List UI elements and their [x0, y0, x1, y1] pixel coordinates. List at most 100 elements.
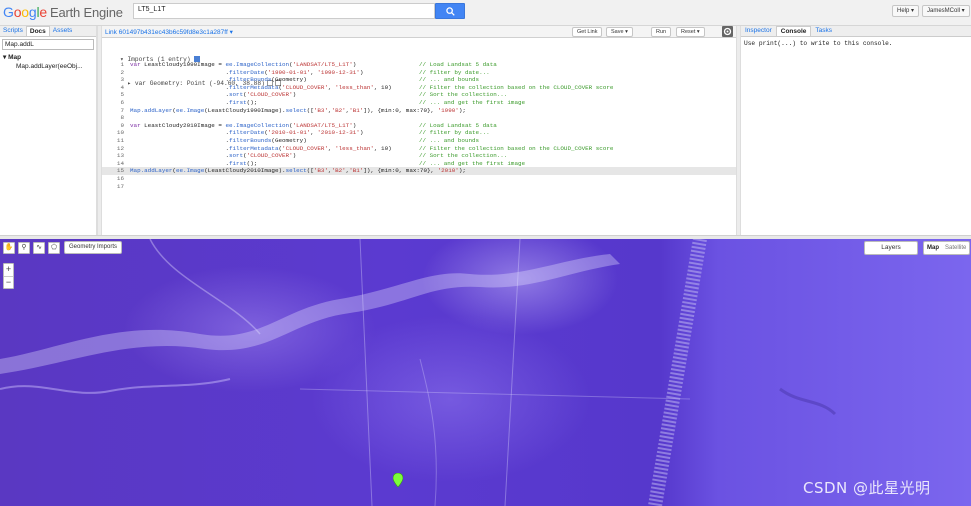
tab-console[interactable]: Console [775, 26, 812, 36]
marker-tool-icon[interactable]: ⚲ [18, 242, 30, 254]
code-comment: // Filter the collection based on the CL… [419, 144, 614, 152]
line-number: 4 [120, 83, 124, 91]
search-button[interactable] [435, 3, 465, 19]
polygon-tool-icon[interactable]: ⬠ [48, 242, 60, 254]
watermark-text: CSDN @此星光明 [803, 479, 931, 497]
code-comment: // ... and get the first image [419, 98, 526, 106]
logo-letter: o [21, 4, 29, 20]
code-line[interactable]: 2 .filterDate('1990-01-01', '1990-12-31'… [102, 69, 736, 77]
run-button[interactable]: Run [651, 27, 672, 37]
code-comment: // Load Landsat 5 data [419, 61, 497, 68]
satellite-imagery [0, 239, 837, 506]
user-account-button[interactable]: JamesMColl ▾ [922, 5, 970, 17]
save-button[interactable]: Save ▾ [606, 27, 633, 37]
docs-filter-input[interactable]: Map.addL [2, 39, 94, 50]
top-bar: Google Earth Engine LT5_L1T Help ▾ JamesM… [0, 0, 971, 26]
code-comment: // Load Landsat 5 data [419, 121, 497, 129]
line-number: 9 [120, 121, 124, 129]
left-panel-tabs: Scripts Docs Assets [0, 26, 96, 37]
code-comment: // Sort the collection... [419, 152, 508, 160]
tab-scripts[interactable]: Scripts [0, 26, 26, 36]
tab-docs[interactable]: Docs [25, 26, 50, 36]
code-line[interactable]: 15 Map.addLayer(ee.Image(LeastCloudy2010I… [102, 167, 736, 175]
code-text: .filterBounds(Geometry) [130, 76, 307, 84]
zoom-in-button[interactable]: + [4, 264, 13, 276]
map-type-control: Map Satellite [923, 241, 971, 255]
line-number: 12 [116, 144, 124, 152]
search-icon [446, 7, 455, 16]
map-view[interactable]: ✋ ⚲ ∿ ⬠ Geometry Imports + − Layers Map … [0, 239, 971, 506]
code-comment: // ... and get the first image [419, 159, 526, 167]
tab-tasks[interactable]: Tasks [811, 26, 836, 36]
code-text: var LeastCloudy1990Image = ee.ImageColle… [130, 61, 357, 68]
code-comment: // filter by date... [419, 129, 490, 137]
line-tool-icon[interactable]: ∿ [33, 242, 45, 254]
line-number: 16 [116, 174, 124, 182]
code-comment: // ... and bounds [419, 136, 480, 144]
line-number: 15 [116, 167, 124, 175]
map-type-map[interactable]: Map [924, 242, 942, 254]
logo-product-name: Earth Engine [50, 5, 123, 20]
code-line[interactable]: 4 .filterMetadata('CLOUD_COVER', 'less_t… [102, 84, 736, 92]
code-line[interactable]: 17 [102, 183, 736, 191]
right-panel-tabs: Inspector Console Tasks [741, 26, 971, 37]
code-text: var LeastCloudy2010Image = ee.ImageColle… [130, 121, 357, 129]
editor-toolbar: Link 601497b431ec43b6c59fd8e3c1a287ff ▾ … [102, 26, 736, 38]
code-line[interactable]: 9 var LeastCloudy2010Image = ee.ImageColl… [102, 122, 736, 130]
code-line[interactable]: 1 var LeastCloudy1990Image = ee.ImageColl… [102, 61, 736, 69]
right-panel: Inspector Console Tasks Use print(...) t… [740, 26, 971, 235]
line-number: 6 [120, 98, 124, 106]
line-number: 10 [116, 129, 124, 137]
console-message: Use print(...) to write to this console. [744, 40, 893, 47]
search-input[interactable]: LT5_L1T [133, 3, 435, 19]
code-text: Map.addLayer(ee.Image(LeastCloudy1990Ima… [130, 106, 466, 114]
tab-inspector[interactable]: Inspector [741, 26, 776, 36]
logo-letter: G [3, 4, 14, 20]
code-line[interactable]: 7 Map.addLayer(ee.Image(LeastCloudy1990Im… [102, 107, 736, 115]
map-type-satellite[interactable]: Satellite [942, 242, 969, 254]
gear-icon[interactable] [722, 26, 733, 37]
code-comment: // filter by date... [419, 68, 490, 76]
code-comment: // Sort the collection... [419, 91, 508, 99]
pan-hand-icon[interactable]: ✋ [3, 242, 15, 254]
tab-assets[interactable]: Assets [50, 26, 76, 36]
get-link-button[interactable]: Get Link [572, 27, 603, 37]
code-line[interactable]: 13 .sort('CLOUD_COVER') // Sort the colle… [102, 152, 736, 160]
code-text: .first(); [130, 159, 258, 167]
code-text: .first(); [130, 98, 258, 106]
code-line[interactable]: 8 [102, 114, 736, 122]
line-number: 11 [116, 136, 124, 144]
layers-button[interactable]: Layers [864, 241, 918, 255]
code-text: .filterMetadata('CLOUD_COVER', 'less_tha… [130, 144, 392, 152]
geometry-imports-button[interactable]: Geometry Imports [64, 241, 123, 254]
help-button[interactable]: Help ▾ [892, 5, 920, 17]
code-text: .filterMetadata('CLOUD_COVER', 'less_tha… [130, 83, 392, 91]
line-number: 1 [120, 61, 124, 68]
line-number: 7 [120, 106, 124, 114]
code-comment: // Filter the collection based on the CL… [419, 83, 614, 91]
code-text: .sort('CLOUD_COVER') [130, 152, 297, 160]
code-line[interactable]: 5 .sort('CLOUD_COVER') // Sort the collec… [102, 91, 736, 99]
geometry-point-marker-icon[interactable] [393, 473, 403, 487]
code-text: .filterDate('1990-01-01', '1990-12-31') [130, 68, 364, 76]
zoom-out-button[interactable]: − [4, 276, 13, 288]
google-earth-engine-logo[interactable]: Google Earth Engine [3, 4, 123, 20]
docs-tree-map-addlayer[interactable]: Map.addLayer(eeObj... [0, 62, 96, 71]
code-line[interactable]: 11 .filterBounds(Geometry) // ... and bou… [102, 137, 736, 145]
left-panel: Scripts Docs Assets Map.addL ▾ Map Map.a… [0, 26, 97, 235]
code-line[interactable]: 3 .filterBounds(Geometry) // ... and boun… [102, 76, 736, 84]
code-line[interactable]: 6 .first(); // ... and get the first imag… [102, 99, 736, 107]
code-editor: Link 601497b431ec43b6c59fd8e3c1a287ff ▾ … [102, 26, 736, 235]
code-line[interactable]: 14 .first(); // ... and get the first ima… [102, 160, 736, 168]
docs-tree-map[interactable]: ▾ Map [0, 52, 96, 62]
code-line[interactable]: 12 .filterMetadata('CLOUD_COVER', 'less_… [102, 145, 736, 153]
line-number: 17 [116, 182, 124, 190]
code-line[interactable]: 10 .filterDate('2010-01-01', '2010-12-31… [102, 129, 736, 137]
code-line[interactable]: 16 [102, 175, 736, 183]
reset-button[interactable]: Reset ▾ [676, 27, 705, 37]
script-link[interactable]: Link 601497b431ec43b6c59fd8e3c1a287ff ▾ [105, 28, 233, 36]
zoom-control: + − [3, 263, 14, 289]
logo-letter: e [39, 4, 47, 20]
code-text: .filterBounds(Geometry) [130, 136, 307, 144]
code-area[interactable]: 1 var LeastCloudy1990Image = ee.ImageColl… [102, 61, 736, 190]
